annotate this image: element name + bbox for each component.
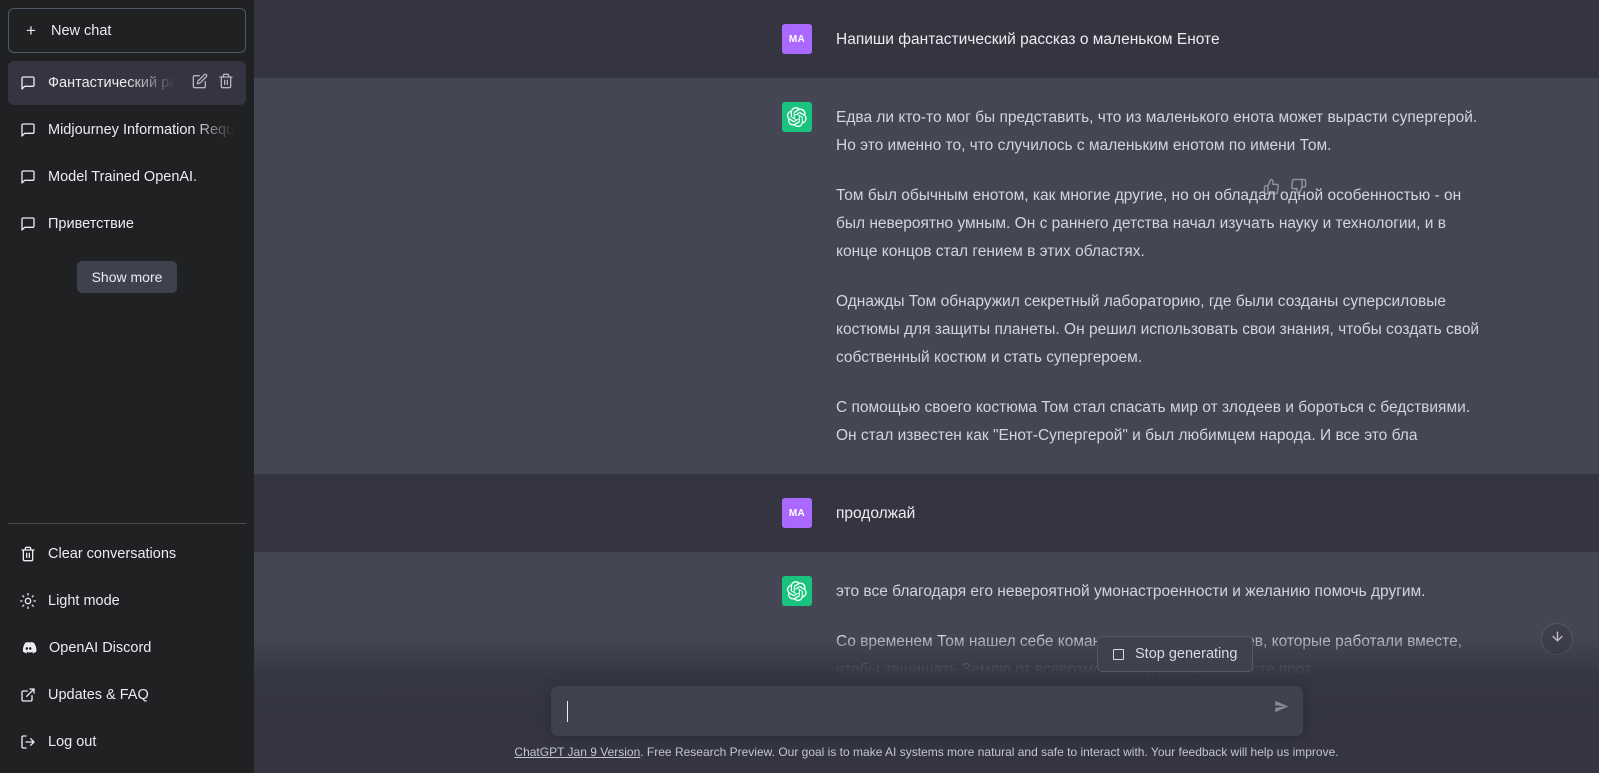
message-paragraph: Напиши фантастический рассказ о маленько… [836,31,1220,48]
conversation-actions [188,73,234,93]
chatgpt-app: + New chat Фантастический рассказ [0,0,1599,773]
avatar: MA [782,498,812,528]
trash-icon [20,546,36,562]
discord-icon [20,639,37,656]
updates-faq-label: Updates & FAQ [48,686,149,703]
message-paragraph: Едва ли кто-то мог бы представить, что и… [836,109,1478,154]
light-mode-button[interactable]: Light mode [8,577,246,624]
clear-conversations-label: Clear conversations [48,545,177,562]
text-cursor [566,700,568,722]
conversation-title: Приветствие [48,216,134,232]
log-out-button[interactable]: Log out [8,718,246,765]
composer-area: Stop generating ChatGPT Jan 9 Version. F… [254,636,1599,773]
stop-generating-label: Stop generating [1135,646,1238,662]
delete-icon[interactable] [218,73,234,93]
sun-icon [20,592,36,609]
chat-bubble-icon [20,216,36,232]
stop-square-icon [1113,648,1124,660]
conversation-title: Midjourney Information Request [48,122,234,138]
conversation-title: Model Trained OpenAI. [48,169,198,185]
message-paragraph: С помощью своего костюма Том стал спасат… [836,399,1471,444]
send-icon[interactable] [1274,699,1289,719]
edit-icon[interactable] [192,73,208,93]
sidebar-item-conversation-1[interactable]: Midjourney Information Request [8,108,246,152]
message-paragraph: продолжай [836,505,916,522]
sidebar-footer: Clear conversations Light mode OpenAI Di… [8,523,246,765]
chat-bubble-icon [20,169,36,185]
plus-icon: + [26,21,36,40]
message-input[interactable] [550,686,1303,736]
chat-bubble-icon [20,75,36,91]
chat-bubble-icon [20,122,36,138]
chatgpt-logo-icon [782,102,812,132]
thumbs-down-icon[interactable] [1290,178,1307,200]
thumbs-up-icon[interactable] [1263,178,1280,200]
message-paragraph: Однажды Том обнаружил секретный лаборато… [836,293,1480,366]
conversation-title: Фантастический рассказ [48,75,176,91]
message-row-user: MA продолжай [254,474,1599,552]
sidebar-item-conversation-0[interactable]: Фантастический рассказ [8,61,246,105]
footer-rest-text: . Free Research Preview. Our goal is to … [640,745,1339,759]
chatgpt-logo-icon [782,576,812,606]
message-row-assistant: Едва ли кто-то мог бы представить, что и… [254,78,1599,474]
clear-conversations-button[interactable]: Clear conversations [8,530,246,577]
main-chat-area: MA Напиши фантастический рассказ о мален… [254,0,1599,773]
openai-discord-label: OpenAI Discord [49,639,152,656]
show-more-button[interactable]: Show more [76,261,178,293]
message-feedback-buttons [1263,178,1307,200]
message-content: продолжай [836,498,1482,528]
message-row-user: MA Напиши фантастический рассказ о мален… [254,0,1599,78]
external-link-icon [20,687,36,703]
log-out-label: Log out [48,733,97,750]
footer-disclaimer: ChatGPT Jan 9 Version. Free Research Pre… [254,744,1599,773]
new-chat-label: New chat [51,22,112,39]
message-paragraph: Том был обычным енотом, как многие други… [836,187,1462,260]
openai-discord-link[interactable]: OpenAI Discord [8,624,246,671]
message-paragraph: это все благодаря его невероятной умонас… [836,583,1426,600]
avatar: MA [782,24,812,54]
message-content: Напиши фантастический рассказ о маленько… [836,24,1482,54]
show-more-wrapper: Show more [8,261,246,293]
input-row [254,686,1599,744]
message-content: Едва ли кто-то мог бы представить, что и… [836,102,1482,450]
logout-icon [20,734,36,750]
updates-faq-link[interactable]: Updates & FAQ [8,671,246,718]
new-chat-button[interactable]: + New chat [8,8,246,53]
sidebar-item-conversation-3[interactable]: Приветствие [8,202,246,246]
sidebar: + New chat Фантастический рассказ [0,0,254,773]
version-link[interactable]: ChatGPT Jan 9 Version [514,745,640,759]
stop-generating-button[interactable]: Stop generating [1097,636,1254,672]
sidebar-item-conversation-2[interactable]: Model Trained OpenAI. [8,155,246,199]
light-mode-label: Light mode [48,592,120,609]
conversation-list: Фантастический рассказ Midjourney Inform… [8,61,246,293]
